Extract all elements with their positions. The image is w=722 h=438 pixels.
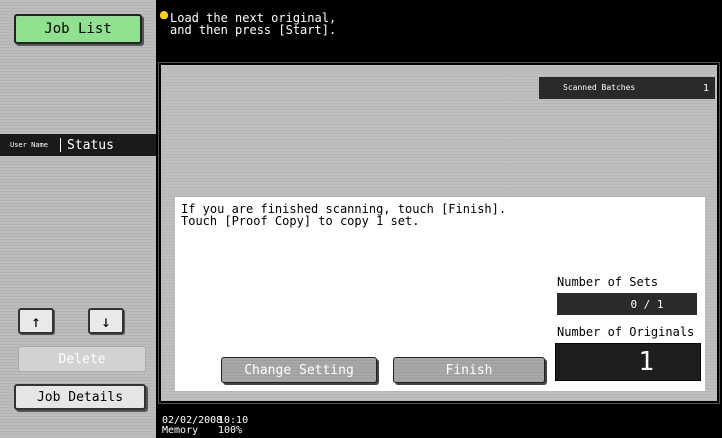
info-text: If you are finished scanning, touch [Fin…: [181, 203, 506, 227]
arrow-down-icon: ↓: [101, 311, 111, 331]
number-of-sets-label: Number of Sets: [557, 275, 659, 289]
scanned-batches-counter: Scanned Batches 1: [539, 77, 715, 99]
lightbulb-icon: [160, 11, 168, 19]
finish-button[interactable]: Finish: [393, 357, 545, 383]
content-frame: Scanned Batches 1 If you are finished sc…: [158, 62, 720, 404]
scanned-batches-label: Scanned Batches: [563, 83, 636, 92]
job-list-button[interactable]: Job List: [14, 14, 142, 44]
scanned-batches-value: 1: [702, 82, 709, 94]
user-name-column: User Name: [10, 140, 48, 149]
scroll-up-button[interactable]: ↑: [18, 308, 54, 334]
left-panel: Job List User Name Status ↑ ↓ Delete Job…: [0, 0, 156, 438]
memory-value: 100%: [218, 425, 243, 436]
status-column: Status: [67, 137, 114, 153]
arrow-up-icon: ↑: [31, 311, 41, 331]
number-of-originals-label: Number of Originals: [557, 325, 695, 339]
main-area: Load the next original, and then press […: [156, 0, 722, 438]
number-of-originals-value: 1: [555, 343, 701, 381]
content-panel: Scanned Batches 1 If you are finished sc…: [161, 65, 717, 401]
message-line-2: and then press [Start].: [170, 23, 337, 37]
scroll-down-button[interactable]: ↓: [88, 308, 124, 334]
job-list-column-header: User Name Status: [0, 134, 156, 156]
info-line-2: Touch [Proof Copy] to copy 1 set.: [181, 214, 420, 228]
column-divider: [60, 138, 61, 152]
number-of-sets-value: 0 / 1: [557, 293, 697, 315]
info-panel: If you are finished scanning, touch [Fin…: [175, 197, 705, 391]
job-details-button[interactable]: Job Details: [14, 384, 146, 410]
message-bar: Load the next original, and then press […: [156, 0, 722, 60]
change-setting-button[interactable]: Change Setting: [221, 357, 377, 383]
memory-label: Memory: [162, 425, 199, 436]
delete-button[interactable]: Delete: [18, 346, 146, 372]
status-bar: 02/02/2008 10:10 Memory 100%: [156, 404, 722, 438]
